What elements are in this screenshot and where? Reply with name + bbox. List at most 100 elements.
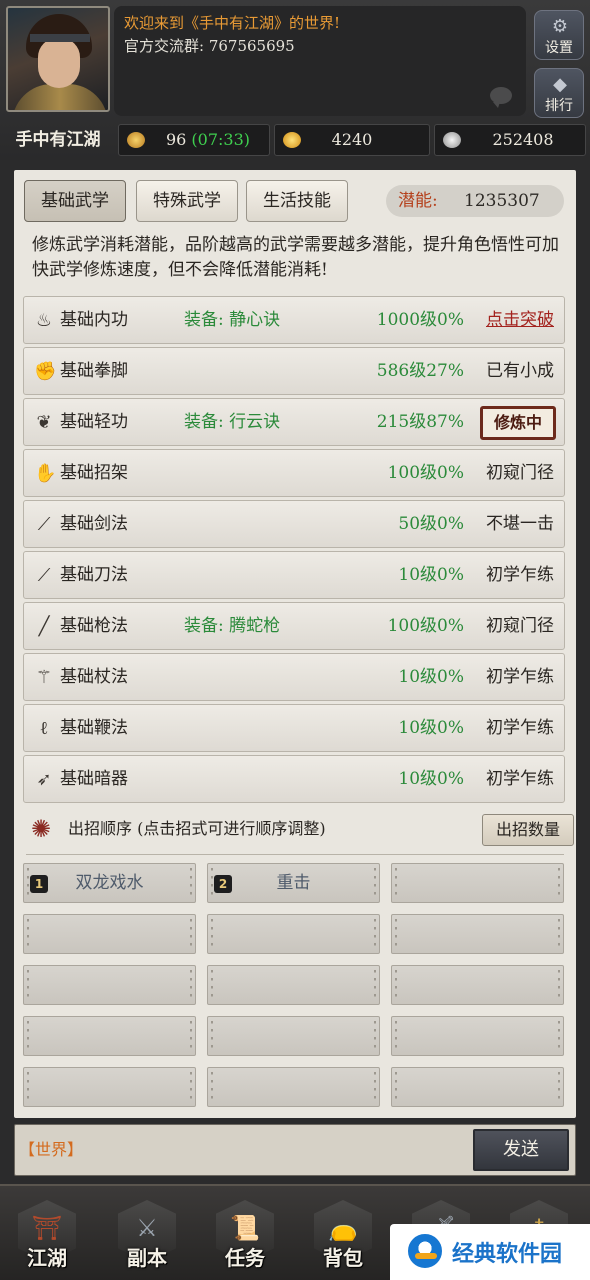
character-name: 手中有江湖 (15, 130, 101, 150)
skill-row-sword[interactable]: ⟋ 基础剑法 50级0% 不堪一击 (23, 500, 565, 548)
move-slot-empty[interactable] (207, 1016, 380, 1056)
move-slot-empty[interactable] (23, 1016, 196, 1056)
send-button[interactable]: 发送 (473, 1129, 569, 1171)
nav-dungeon[interactable]: ⚔ 副本 (116, 1200, 178, 1280)
settings-label: 设置 (545, 40, 573, 56)
skill-level: 1000级0% (376, 310, 464, 330)
watermark-text: 经典软件园 (452, 1242, 563, 1267)
move-slot-empty[interactable] (391, 863, 564, 903)
whip-icon: ℓ (39, 718, 49, 739)
silver-ingot-icon (443, 132, 461, 148)
scroll-icon: 📜 (230, 1214, 260, 1242)
move-slot-empty[interactable] (23, 1067, 196, 1107)
skill-status: 初学乍练 (486, 718, 554, 738)
settings-button[interactable]: ⚙ 设置 (534, 10, 584, 60)
staff-icon: ⚚ (35, 667, 53, 688)
move-slot-empty[interactable] (23, 914, 196, 954)
skill-level: 586级27% (376, 361, 464, 381)
skill-row-spear[interactable]: ╱ 基础枪法 装备: 腾蛇枪 100级0% 初窥门径 (23, 602, 565, 650)
skill-equip: 装备: 静心诀 (184, 310, 281, 330)
crossed-swords-icon: ⚔ (136, 1214, 158, 1242)
skill-level: 50级0% (398, 514, 464, 534)
skill-name: 基础枪法 (60, 616, 128, 636)
move-slot-empty[interactable] (207, 965, 380, 1005)
move-slot-empty[interactable] (207, 1067, 380, 1107)
move-count-button[interactable]: 出招数量 (482, 814, 574, 846)
player-avatar[interactable] (6, 6, 110, 112)
nav-quest[interactable]: 📜 任务 (214, 1200, 276, 1280)
bag-icon: 👝 (328, 1214, 358, 1242)
parry-icon: ✋ (34, 463, 57, 484)
skill-row-staff[interactable]: ⚚ 基础杖法 10级0% 初学乍练 (23, 653, 565, 701)
move-slot-empty[interactable] (391, 965, 564, 1005)
skill-status: 初窥门径 (486, 616, 554, 636)
skill-name: 基础内功 (60, 310, 128, 330)
skill-name: 基础暗器 (60, 769, 128, 789)
skill-status: 不堪一击 (486, 514, 554, 534)
skill-row-blade[interactable]: ⟋ 基础刀法 10级0% 初学乍练 (23, 551, 565, 599)
group-text: 官方交流群: 767565695 (124, 37, 295, 55)
move-slot-empty[interactable] (391, 914, 564, 954)
nav-jianghu[interactable]: ⛩ 江湖 (16, 1200, 78, 1280)
chat-bar[interactable]: 【世界】 发送 (14, 1124, 576, 1176)
skill-status: 已有小成 (486, 361, 554, 381)
move-slot-empty[interactable] (391, 1016, 564, 1056)
rank-button[interactable]: ◆ 排行 (534, 68, 584, 118)
sword-icon: ⟋ (37, 514, 51, 535)
site-watermark: 经典软件园 (390, 1224, 590, 1280)
skill-row-fist[interactable]: ✊ 基础拳脚 586级27% 已有小成 (23, 347, 565, 395)
fist-icon: ✊ (34, 361, 57, 382)
skill-row-hidden-weapon[interactable]: ➶ 基础暗器 10级0% 初学乍练 (23, 755, 565, 803)
skill-level: 10级0% (398, 769, 464, 789)
skill-level: 10级0% (398, 565, 464, 585)
spear-icon: ╱ (38, 616, 50, 637)
skill-row-parry[interactable]: ✋ 基础招架 100级0% 初窥门径 (23, 449, 565, 497)
lightness-icon: ❦ (36, 412, 52, 433)
welcome-text: 欢迎来到《手中有江湖》的世界! (124, 14, 341, 32)
skill-status: 初学乍练 (486, 769, 554, 789)
skill-name: 基础刀法 (60, 565, 128, 585)
move-slot-2[interactable]: 2 重击 (207, 863, 380, 903)
move-slot-1[interactable]: 1 双龙戏水 (23, 863, 196, 903)
pagoda-icon: ⛩ (31, 1214, 63, 1242)
move-order-icon: ✺ (30, 815, 52, 843)
skill-name: 基础杖法 (60, 667, 128, 687)
announcement-panel[interactable]: 欢迎来到《手中有江湖》的世界! 官方交流群: 767565695 (114, 6, 526, 116)
nav-label: 副本 (127, 1246, 167, 1270)
silver-display[interactable]: 252408 (434, 124, 586, 156)
skill-status: 初窥门径 (486, 463, 554, 483)
nav-bag[interactable]: 👝 背包 (312, 1200, 374, 1280)
move-slot-empty[interactable] (391, 1067, 564, 1107)
skill-name: 基础招架 (60, 463, 128, 483)
stamina-value: 96 (165, 130, 187, 149)
divider (26, 854, 564, 855)
gold-display[interactable]: 4240 (274, 124, 430, 156)
stamina-timer: (07:33) (191, 130, 251, 149)
move-order-section: ✺ 出招顺序 (点击招式可进行顺序调整) 出招数量 (26, 812, 574, 848)
gold-value: 4240 (331, 130, 373, 149)
chat-channel[interactable]: 【世界】 (19, 1125, 83, 1175)
tab-basic-martial-arts[interactable]: 基础武学 (24, 180, 126, 222)
potential-display: 潜能: 1235307 (386, 185, 564, 217)
breakthrough-link[interactable]: 点击突破 (480, 297, 560, 343)
skill-row-lightness[interactable]: ❦ 基础轻功 装备: 行云诀 215级87% 修炼中 (23, 398, 565, 446)
skill-status: 初学乍练 (486, 667, 554, 687)
martial-arts-panel: 基础武学 特殊武学 生活技能 潜能: 1235307 修炼武学消耗潜能，品阶越高… (14, 170, 576, 1118)
rank-label: 排行 (545, 98, 573, 114)
skill-row-whip[interactable]: ℓ 基础鞭法 10级0% 初学乍练 (23, 704, 565, 752)
tab-special-martial-arts[interactable]: 特殊武学 (136, 180, 238, 222)
potential-label: 潜能: (398, 191, 438, 211)
chat-bubble-icon[interactable] (490, 87, 512, 108)
move-slot-empty[interactable] (23, 965, 196, 1005)
skill-level: 100级0% (387, 463, 464, 483)
move-slot-empty[interactable] (207, 914, 380, 954)
hidden-weapon-icon: ➶ (36, 769, 52, 790)
stamina-display[interactable]: 96 (07:33) (118, 124, 270, 156)
skill-level: 215级87% (376, 412, 464, 432)
tab-life-skills[interactable]: 生活技能 (246, 180, 348, 222)
skill-row-inner-power[interactable]: ♨ 基础内功 装备: 静心诀 1000级0% 点击突破 (23, 296, 565, 344)
skill-name: 基础剑法 (60, 514, 128, 534)
skill-level: 10级0% (398, 718, 464, 738)
inner-power-icon: ♨ (35, 310, 53, 331)
skill-level: 10级0% (398, 667, 464, 687)
